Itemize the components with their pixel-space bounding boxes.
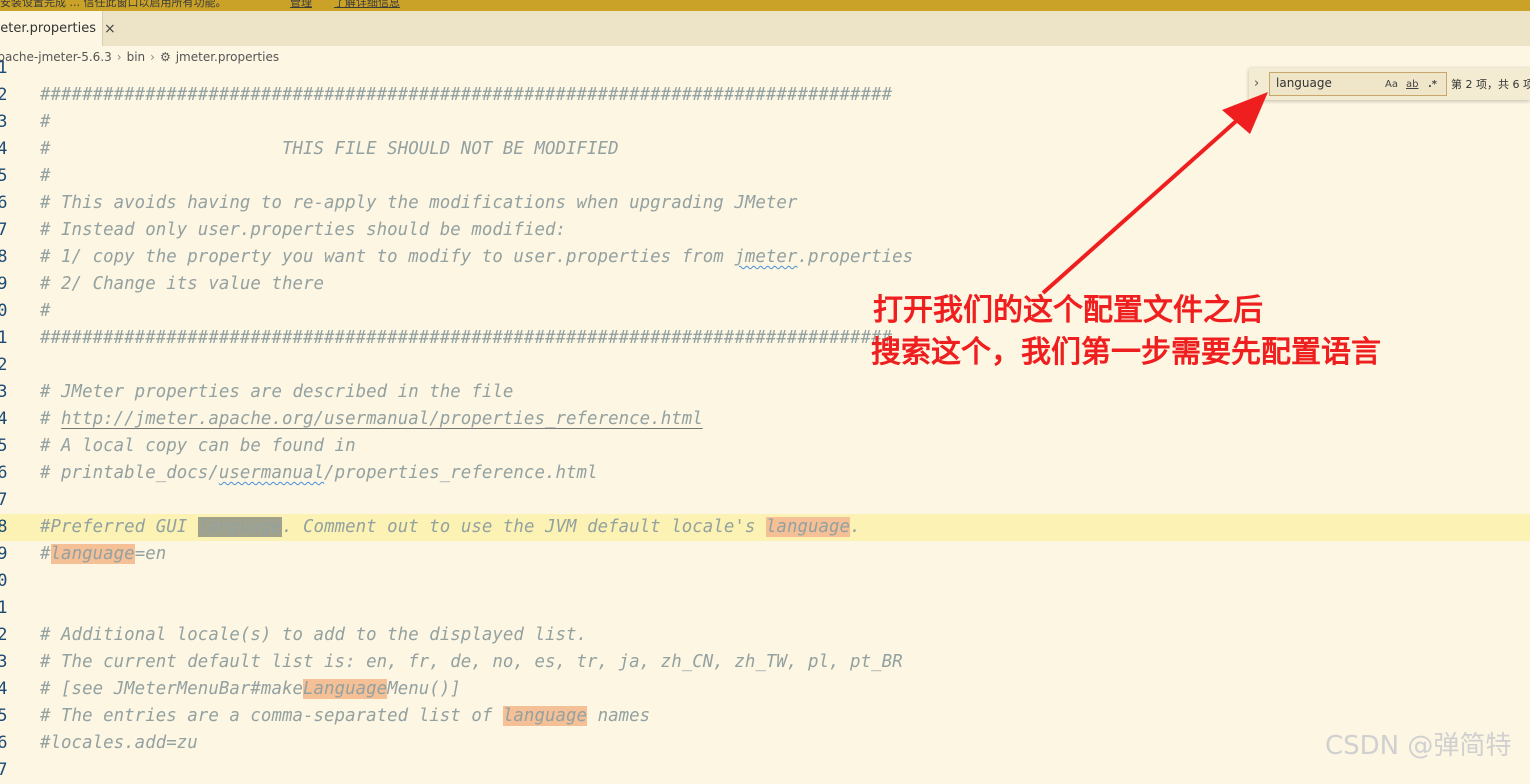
- red-arrow-annotation: [1041, 92, 1268, 295]
- annotation-text: 打开我们的这个配置文件之后 搜索这个，我们第一步需要先配置语言: [871, 290, 1381, 374]
- arrow-shaft: [1041, 113, 1245, 295]
- annotation-line-1: 打开我们的这个配置文件之后: [873, 293, 1263, 328]
- annotation-line-2: 搜索这个，我们第一步需要先配置语言: [871, 335, 1381, 370]
- csdn-watermark: CSDN @弹简特: [1325, 731, 1512, 761]
